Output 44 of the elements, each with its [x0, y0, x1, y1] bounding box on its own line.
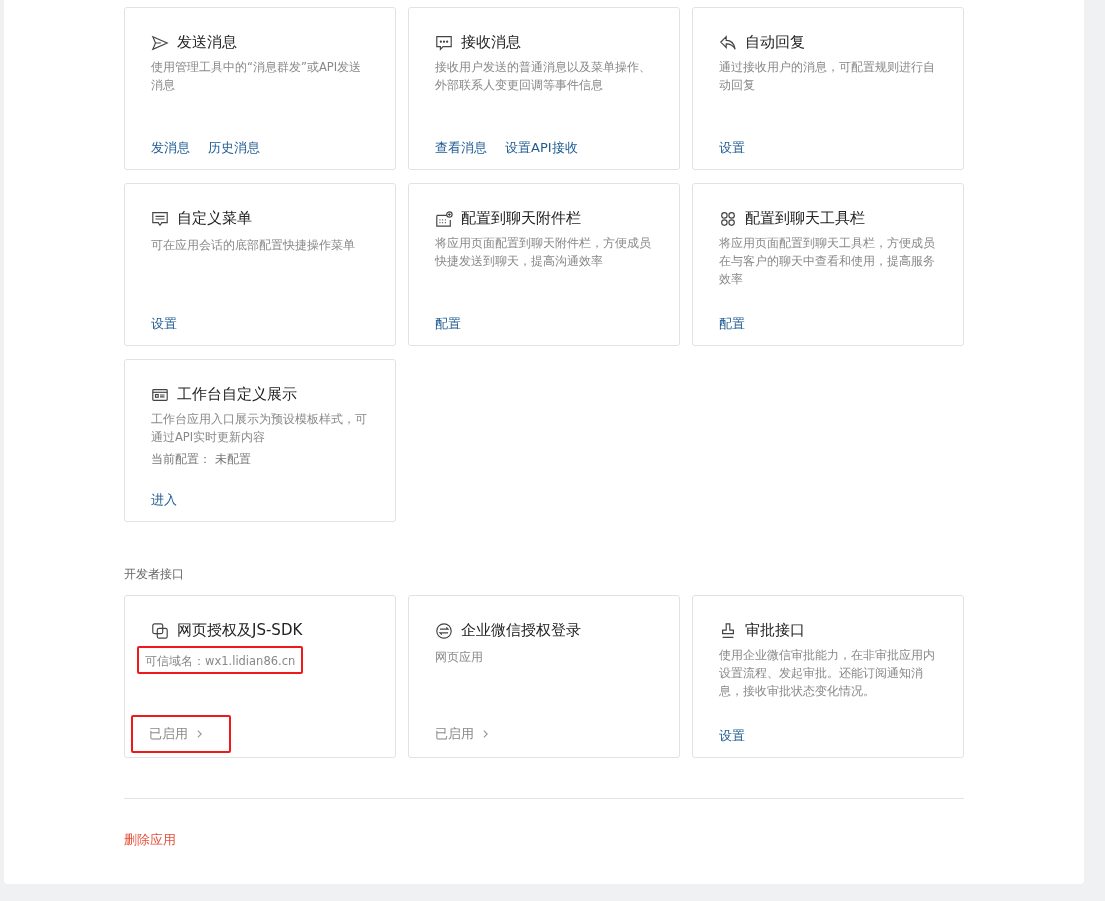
delete-app-link[interactable]: 删除应用 — [124, 832, 176, 847]
card-description: 使用企业微信审批能力，在非审批应用内设置流程、发起审批。还能订阅通知消息，接收审批状态变化情况。 — [719, 647, 936, 700]
action-link[interactable]: 发消息 — [151, 139, 190, 157]
action-link[interactable]: 进入 — [151, 491, 177, 509]
card-title: 网页授权及JS-SDK — [177, 621, 303, 640]
card-title: 发送消息 — [177, 33, 237, 52]
card-title: 自动回复 — [745, 33, 805, 52]
enabled-status-link[interactable]: 已启用 — [435, 723, 489, 745]
card-description: 工作台应用入口展示为预设模板样式，可通过API实时更新内容 — [151, 411, 368, 446]
menu-icon — [151, 209, 169, 228]
action-link[interactable]: 配置 — [435, 315, 461, 333]
chevron-right-icon — [196, 729, 203, 739]
action-link[interactable]: 查看消息 — [435, 139, 487, 157]
card-title: 接收消息 — [461, 33, 521, 52]
card-description: 可信域名：wx1.lidian86.cn — [145, 653, 296, 670]
card-description: 使用管理工具中的“消息群发”或API发送消息 — [151, 59, 363, 94]
stamp-icon — [719, 621, 737, 640]
enabled-status-link[interactable]: 已启用 — [149, 723, 203, 745]
action-link[interactable]: 设置 — [151, 315, 177, 333]
chat-icon — [435, 33, 453, 52]
send-icon — [151, 33, 169, 52]
card-description: 网页应用 — [435, 649, 483, 666]
card-title: 自定义菜单 — [177, 209, 252, 228]
action-link[interactable]: 设置API接收 — [505, 139, 578, 157]
card-description: 可在应用会话的底部配置快捷操作菜单 — [151, 237, 355, 254]
card-description: 将应用页面配置到聊天工具栏，方便成员在与客户的聊天中查看和使用，提高服务效率 — [719, 235, 936, 288]
action-link[interactable]: 设置 — [719, 727, 745, 745]
card-title: 工作台自定义展示 — [177, 385, 297, 404]
action-link[interactable]: 配置 — [719, 315, 745, 333]
section-heading: 开发者接口 — [124, 566, 185, 583]
action-link[interactable]: 历史消息 — [208, 139, 260, 157]
card-title: 审批接口 — [745, 621, 805, 640]
card-title: 配置到聊天工具栏 — [745, 209, 865, 228]
reply-icon — [719, 33, 737, 52]
card-description: 将应用页面配置到聊天附件栏，方便成员快捷发送到聊天，提高沟通效率 — [435, 235, 652, 270]
copy-icon — [151, 621, 169, 640]
card-title: 企业微信授权登录 — [461, 621, 581, 640]
card-title: 配置到聊天附件栏 — [461, 209, 581, 228]
switch-icon — [435, 621, 453, 640]
action-link[interactable]: 设置 — [719, 139, 745, 157]
card-description: 通过接收用户的消息，可配置规则进行自动回复 — [719, 59, 936, 94]
card-description: 接收用户发送的普通消息以及菜单操作、外部联系人变更回调等事件信息 — [435, 59, 652, 94]
chevron-right-icon — [482, 729, 489, 739]
config-status: 当前配置： 未配置 — [151, 452, 252, 467]
